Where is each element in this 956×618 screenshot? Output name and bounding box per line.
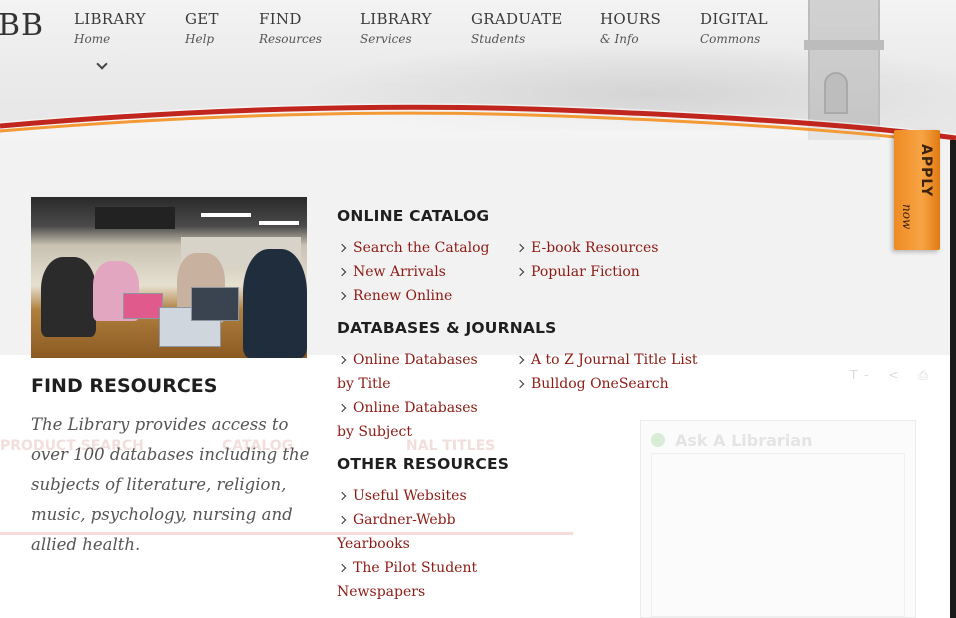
apply-now-button[interactable]: APPLY now bbox=[894, 130, 940, 250]
chevron-right-icon bbox=[515, 379, 525, 389]
link-label: A to Z Journal Title List bbox=[531, 352, 698, 368]
link-databases-by-title-cont[interactable]: by Title bbox=[337, 372, 391, 396]
nav-sub: Help bbox=[185, 32, 215, 46]
status-icon bbox=[651, 433, 665, 447]
link-label: Gardner-Webb bbox=[353, 512, 456, 528]
student bbox=[243, 249, 307, 358]
nav-sub: Services bbox=[360, 32, 412, 46]
tower-cap bbox=[804, 40, 884, 50]
chevron-right-icon bbox=[337, 491, 347, 501]
link-label: Online Databases bbox=[353, 352, 478, 368]
link-label: by Subject bbox=[337, 424, 412, 440]
link-renew-online[interactable]: Renew Online bbox=[337, 284, 452, 308]
nav-title: FIND bbox=[259, 10, 302, 28]
nav-library-home[interactable]: LIBRARY Home bbox=[74, 10, 146, 70]
chevron-right-icon bbox=[337, 515, 347, 525]
nav-library-services[interactable]: LIBRARY Services bbox=[360, 10, 432, 50]
students-library-photo bbox=[31, 197, 307, 358]
link-databases-by-title[interactable]: Online Databases bbox=[337, 348, 478, 372]
nav-hours-info[interactable]: HOURS & Info bbox=[600, 10, 661, 50]
link-pilot-newspapers-cont[interactable]: Newspapers bbox=[337, 580, 425, 604]
link-label: Online Databases bbox=[353, 400, 478, 416]
link-yearbooks[interactable]: Gardner-Webb bbox=[337, 508, 456, 532]
link-label: Useful Websites bbox=[353, 488, 467, 504]
site-logo[interactable]: BB bbox=[0, 8, 44, 43]
nav-sub: Students bbox=[471, 32, 526, 46]
link-useful-websites[interactable]: Useful Websites bbox=[337, 484, 467, 508]
chevron-right-icon bbox=[337, 563, 347, 573]
nav-find-resources[interactable]: FIND Resources bbox=[259, 10, 322, 50]
apply-sub: now bbox=[900, 204, 914, 230]
nav-graduate-students[interactable]: GRADUATE Students bbox=[471, 10, 563, 50]
link-label: Bulldog OneSearch bbox=[531, 376, 669, 392]
cafe-sign bbox=[95, 207, 175, 229]
divider bbox=[0, 532, 573, 535]
nav-sub: Home bbox=[74, 32, 111, 46]
link-label: by Title bbox=[337, 376, 391, 392]
link-databases-by-subject-cont[interactable]: by Subject bbox=[337, 420, 412, 444]
find-resources-heading: FIND RESOURCES bbox=[31, 375, 218, 397]
link-search-catalog[interactable]: Search the Catalog bbox=[337, 236, 490, 260]
site-header: BB LIBRARY Home GET Help FIND Resources … bbox=[0, 0, 956, 140]
link-label: Yearbooks bbox=[337, 536, 410, 552]
link-new-arrivals[interactable]: New Arrivals bbox=[337, 260, 446, 284]
ceiling-light bbox=[201, 213, 251, 217]
header-swoosh bbox=[0, 103, 956, 140]
apply-label: APPLY bbox=[918, 144, 934, 198]
page-edge bbox=[950, 140, 956, 618]
chevron-right-icon bbox=[337, 291, 347, 301]
chevron-right-icon bbox=[337, 243, 347, 253]
link-ebook-resources[interactable]: E-book Resources bbox=[515, 236, 658, 260]
link-pilot-newspapers[interactable]: The Pilot Student bbox=[337, 556, 477, 580]
chevron-down-icon bbox=[96, 58, 108, 70]
chevron-right-icon bbox=[515, 355, 525, 365]
chevron-right-icon bbox=[515, 267, 525, 277]
ghost-toolbar: T- < ⎙ bbox=[850, 368, 936, 382]
link-a-to-z-journals[interactable]: A to Z Journal Title List bbox=[515, 348, 698, 372]
online-catalog-heading: ONLINE CATALOG bbox=[337, 207, 490, 225]
link-databases-by-subject[interactable]: Online Databases bbox=[337, 396, 478, 420]
chat-frame bbox=[651, 453, 905, 617]
nav-title: LIBRARY bbox=[360, 10, 432, 28]
nav-title: LIBRARY bbox=[74, 10, 146, 28]
chevron-right-icon bbox=[337, 267, 347, 277]
link-label: Search the Catalog bbox=[353, 240, 490, 256]
link-bulldog-onesearch[interactable]: Bulldog OneSearch bbox=[515, 372, 669, 396]
link-label: Popular Fiction bbox=[531, 264, 640, 280]
link-popular-fiction[interactable]: Popular Fiction bbox=[515, 260, 640, 284]
nav-digital-commons[interactable]: DIGITAL Commons bbox=[700, 10, 768, 50]
link-label: Renew Online bbox=[353, 288, 453, 304]
other-resources-heading: OTHER RESOURCES bbox=[337, 455, 510, 473]
nav-title: HOURS bbox=[600, 10, 662, 28]
laptop bbox=[123, 293, 163, 319]
student bbox=[41, 257, 96, 337]
chevron-right-icon bbox=[515, 243, 525, 253]
nav-sub: Commons bbox=[700, 32, 761, 46]
ceiling-light bbox=[259, 221, 299, 225]
ask-librarian-title: Ask A Librarian bbox=[675, 431, 813, 450]
databases-journals-heading: DATABASES & JOURNALS bbox=[337, 319, 557, 337]
link-label: E-book Resources bbox=[531, 240, 659, 256]
nav-sub: & Info bbox=[600, 32, 639, 46]
link-label: Newspapers bbox=[337, 584, 426, 600]
nav-title: GET bbox=[185, 10, 219, 28]
chevron-right-icon bbox=[337, 403, 347, 413]
nav-sub: Resources bbox=[259, 32, 322, 46]
nav-title: GRADUATE bbox=[471, 10, 563, 28]
chevron-right-icon bbox=[337, 355, 347, 365]
link-label: New Arrivals bbox=[353, 264, 446, 280]
laptop bbox=[191, 287, 239, 321]
nav-title: DIGITAL bbox=[700, 10, 768, 28]
ask-librarian-widget: Ask A Librarian bbox=[640, 420, 916, 618]
find-resources-description: The Library provides access to over 100 … bbox=[31, 415, 310, 554]
link-yearbooks-cont[interactable]: Yearbooks bbox=[337, 532, 410, 556]
nav-get-help[interactable]: GET Help bbox=[185, 10, 219, 50]
link-label: The Pilot Student bbox=[353, 560, 478, 576]
ghost-titles: NAL TITLES bbox=[406, 438, 496, 454]
